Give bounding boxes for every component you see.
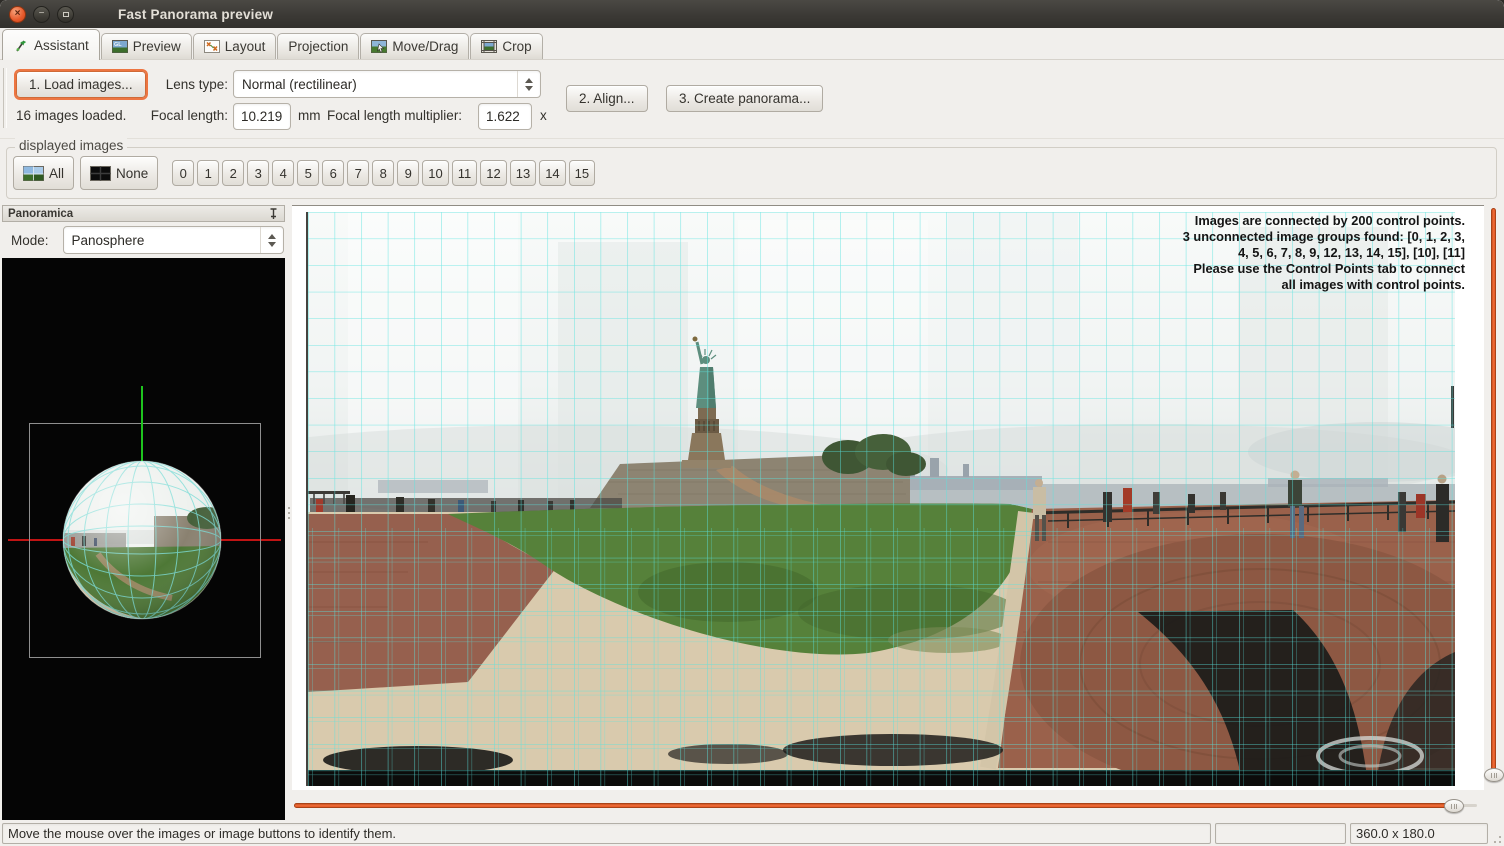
horizontal-slider-track[interactable] [294, 803, 1454, 808]
window-controls: × − [9, 6, 74, 23]
title-bar[interactable]: × − Fast Panorama preview [0, 0, 1504, 28]
image-toggle-button[interactable]: 1 [197, 160, 219, 186]
tab-label: Layout [225, 39, 266, 54]
lens-type-value: Normal (rectilinear) [234, 77, 517, 92]
focal-length-label: Focal length: [100, 108, 228, 123]
tab-move-drag[interactable]: Move/Drag [360, 33, 469, 59]
tab-projection[interactable]: Projection [277, 33, 359, 59]
tab-label: Crop [502, 39, 531, 54]
tab-label: Assistant [34, 38, 89, 53]
tab-layout[interactable]: Layout [193, 33, 277, 59]
window-title: Fast Panorama preview [118, 7, 273, 22]
image-button-row: 0123456789101112131415 [172, 160, 595, 186]
image-toggle-button[interactable]: 7 [347, 160, 369, 186]
panel-title: Panoramica [8, 208, 73, 220]
lens-type-label: Lens type: [100, 77, 228, 92]
tab-preview[interactable]: GL Preview [101, 33, 192, 59]
focal-length-unit: mm [298, 108, 321, 123]
image-toggle-button[interactable]: 15 [569, 160, 595, 186]
focal-length-field[interactable]: 10.219 [233, 103, 291, 130]
app-window: × − Fast Panorama preview Assistant GL P… [0, 0, 1504, 846]
control-points-message: Images are connected by 200 control poin… [1183, 213, 1465, 293]
status-bar: Move the mouse over the images or image … [0, 822, 1504, 846]
close-button[interactable]: × [9, 6, 26, 23]
mode-label: Mode: [11, 233, 49, 248]
assistant-icon [13, 39, 29, 52]
image-toggle-button[interactable]: 2 [222, 160, 244, 186]
image-toggle-button[interactable]: 4 [272, 160, 294, 186]
image-toggle-button[interactable]: 5 [297, 160, 319, 186]
pin-icon[interactable] [268, 208, 279, 220]
image-toggle-button[interactable]: 12 [480, 160, 506, 186]
spinner-arrows-icon [517, 71, 540, 97]
image-toggle-button[interactable]: 8 [372, 160, 394, 186]
mode-select[interactable]: Panosphere [63, 226, 284, 254]
vertical-slider-handle[interactable] [1484, 768, 1504, 782]
image-toggle-button[interactable]: 0 [172, 160, 194, 186]
toolbar-grip[interactable] [3, 68, 7, 128]
vertical-view-slider[interactable] [1486, 205, 1502, 790]
pano-size-indicator: 360.0 x 180.0 [1350, 823, 1488, 844]
lens-type-select[interactable]: Normal (rectilinear) [233, 70, 541, 98]
layout-icon [204, 40, 220, 53]
no-images-icon [90, 166, 111, 181]
image-toggle-button[interactable]: 13 [510, 160, 536, 186]
image-toggle-button[interactable]: 6 [322, 160, 344, 186]
panel-splitter[interactable] [285, 205, 292, 820]
focal-length-value: 10.219 [241, 109, 282, 124]
tab-crop[interactable]: Crop [470, 33, 542, 59]
preview-icon: GL [112, 40, 128, 53]
horizontal-view-slider[interactable] [292, 798, 1482, 814]
create-panorama-button[interactable]: 3. Create panorama... [666, 85, 823, 112]
show-all-button[interactable]: All [13, 156, 74, 190]
group-legend: displayed images [15, 138, 127, 153]
image-toggle-button[interactable]: 3 [247, 160, 269, 186]
tab-label: Projection [288, 39, 348, 54]
none-label: None [116, 166, 148, 181]
status-cell-empty [1215, 823, 1346, 844]
image-toggle-button[interactable]: 9 [397, 160, 419, 186]
minimize-button[interactable]: − [33, 6, 50, 23]
all-label: All [49, 166, 64, 181]
focal-multiplier-label: Focal length multiplier: [327, 108, 462, 123]
panosphere-render [2, 258, 285, 820]
status-message: Move the mouse over the images or image … [2, 823, 1211, 844]
vertical-slider-track[interactable] [1491, 208, 1496, 778]
resize-grip[interactable] [1492, 823, 1502, 844]
svg-text:GL: GL [114, 42, 122, 48]
tab-assistant[interactable]: Assistant [2, 29, 100, 60]
sphere-shading [63, 461, 221, 619]
panorama-image[interactable] [306, 212, 1455, 786]
tab-label: Preview [133, 39, 181, 54]
crop-icon [481, 40, 497, 53]
displayed-images-group: displayed images All None [6, 147, 1497, 199]
maximize-button[interactable] [57, 6, 74, 23]
focal-multiplier-unit: x [540, 108, 547, 123]
focal-multiplier-field[interactable]: 1.622 [478, 103, 532, 130]
align-button[interactable]: 2. Align... [566, 85, 648, 112]
tab-bar: Assistant GL Preview Layout Projection [0, 28, 1504, 60]
show-none-button[interactable]: None [80, 156, 158, 190]
horizontal-slider-handle[interactable] [1444, 799, 1464, 813]
image-toggle-button[interactable]: 10 [422, 160, 448, 186]
panoramica-panel-header[interactable]: Panoramica [2, 205, 285, 222]
panel-mode-row: Mode: Panosphere [2, 222, 285, 258]
assistant-toolbar: 1. Load images... Lens type: Normal (rec… [0, 60, 1504, 139]
tab-label: Move/Drag [392, 39, 458, 54]
panorama-render [308, 212, 1455, 786]
all-images-icon [23, 166, 44, 181]
panosphere-3d-view[interactable] [2, 258, 285, 820]
move-drag-icon [371, 40, 387, 53]
focal-multiplier-value: 1.622 [486, 109, 520, 124]
panorama-preview-canvas[interactable]: Images are connected by 200 control poin… [292, 205, 1484, 790]
spinner-arrows-icon [260, 227, 283, 253]
image-toggle-button[interactable]: 14 [539, 160, 565, 186]
mode-value: Panosphere [64, 233, 260, 248]
image-toggle-button[interactable]: 11 [452, 160, 478, 186]
